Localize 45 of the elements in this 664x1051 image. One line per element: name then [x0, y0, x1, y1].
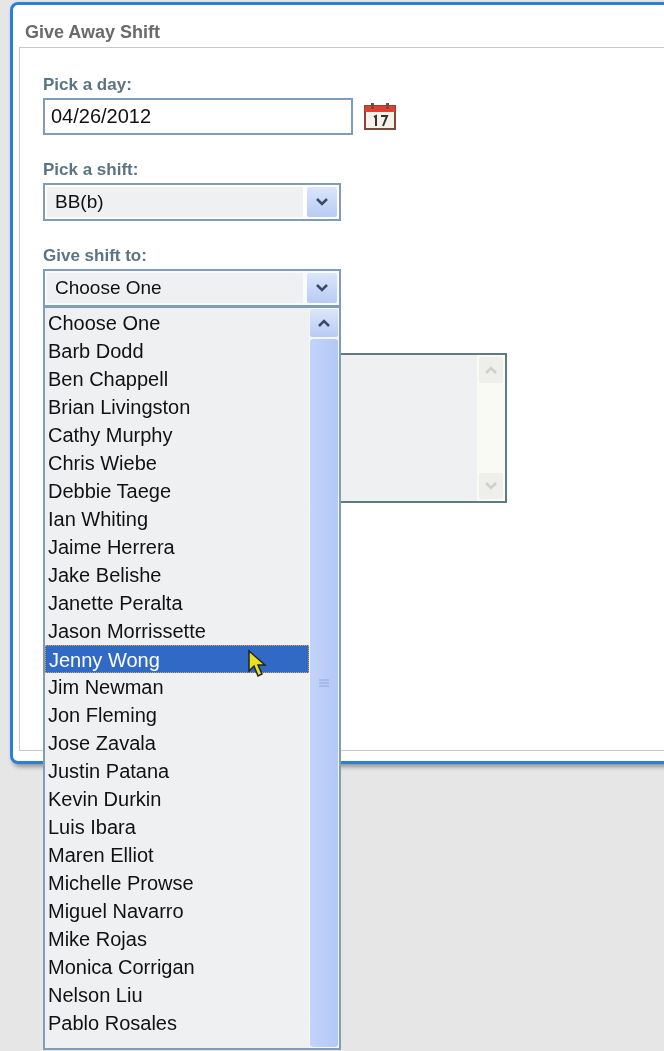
chevron-up-icon [484, 365, 498, 375]
chevron-up-icon [317, 318, 331, 328]
dropdown-option[interactable]: Miguel Navarro [45, 897, 309, 925]
dropdown-option[interactable]: Michelle Prowse [45, 869, 309, 897]
select-value: BB(b) [47, 187, 303, 217]
dropdown-option[interactable]: Mike Rojas [45, 925, 309, 953]
dropdown-option[interactable]: Ben Chappell [45, 365, 309, 393]
calendar-icon[interactable] [363, 102, 397, 131]
dropdown-option[interactable]: Pablo Rosales [45, 1009, 309, 1037]
dropdown-option[interactable]: Kevin Durkin [45, 785, 309, 813]
select-field[interactable]: BB(b) [43, 183, 341, 221]
dropdown-option[interactable]: Jake Belishe [45, 561, 309, 589]
dropdown-button[interactable] [307, 273, 337, 303]
dropdown-option[interactable]: Nelson Liu [45, 981, 309, 1009]
dropdown-option[interactable]: Cathy Murphy [45, 421, 309, 449]
chevron-down-icon [484, 481, 498, 491]
dropdown-option[interactable]: Luis Ibara [45, 813, 309, 841]
dropdown-option[interactable]: Jaime Herrera [45, 533, 309, 561]
dropdown-option[interactable]: Justin Patana [45, 757, 309, 785]
select-value: Choose One [47, 273, 303, 303]
dropdown-option[interactable]: Debbie Taege [45, 477, 309, 505]
dropdown-option[interactable]: Jason Morrissette [45, 617, 309, 645]
dropdown-option[interactable]: Choose One [45, 309, 309, 337]
date-field[interactable]: 04/26/2012 [43, 98, 353, 135]
dropdown-option[interactable]: Barb Dodd [45, 337, 309, 365]
dropdown-option[interactable]: Janette Peralta [45, 589, 309, 617]
dropdown-option[interactable]: Maren Elliot [45, 841, 309, 869]
grip-icon [319, 679, 329, 687]
dropdown-option[interactable]: Ian Whiting [45, 505, 309, 533]
chevron-down-icon [315, 283, 329, 293]
chevron-down-icon [315, 197, 329, 207]
dropdown-button[interactable] [307, 187, 337, 217]
dropdown-option[interactable]: Jenny Wong [45, 645, 309, 673]
field-label: Pick a shift: [43, 159, 140, 181]
select-field[interactable]: Choose One [43, 269, 341, 307]
dropdown-option[interactable]: Jose Zavala [45, 729, 309, 757]
scroll-up-button[interactable] [310, 309, 338, 337]
field-label: Pick a day: [43, 74, 133, 96]
dropdown-option[interactable]: Jon Fleming [45, 701, 309, 729]
dialog-title: Give Away Shift [25, 21, 162, 44]
dropdown-option[interactable]: Jim Newman [45, 673, 309, 701]
dropdown-option[interactable]: Brian Livingston [45, 393, 309, 421]
dropdown-option[interactable]: Chris Wiebe [45, 449, 309, 477]
field-label: Give shift to: [43, 245, 148, 267]
dropdown-option[interactable]: Monica Corrigan [45, 953, 309, 981]
